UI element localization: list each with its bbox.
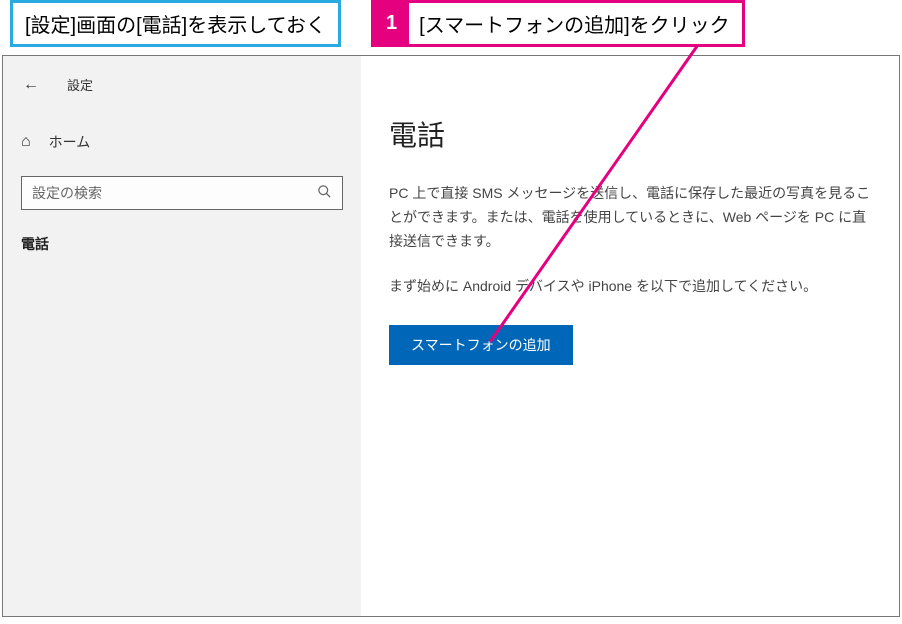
page-title: 電話 — [389, 114, 871, 154]
annotation-step-text: [スマートフォンの追加]をクリック — [419, 9, 730, 38]
back-button[interactable]: ← — [23, 76, 39, 94]
sidebar-item-phone[interactable]: 電話 — [3, 220, 361, 268]
home-icon: ⌂ — [21, 133, 31, 151]
sidebar: ← 設定 ⌂ ホーム 電話 — [3, 56, 361, 616]
home-label: ホーム — [49, 132, 91, 152]
annotation-step-number: 1 — [374, 3, 409, 44]
settings-window: ← 設定 ⌂ ホーム 電話 電話 PC 上で直接 SMS メッセージを送信し、電… — [2, 55, 900, 617]
annotation-prerequisite-text: [設定]画面の[電話]を表示しておく — [25, 9, 326, 38]
add-smartphone-button[interactable]: スマートフォンの追加 — [389, 325, 573, 365]
search-input[interactable] — [32, 185, 317, 201]
window-header: ← 設定 — [3, 71, 361, 114]
home-link[interactable]: ⌂ ホーム — [3, 114, 361, 170]
sidebar-item-phone-label: 電話 — [21, 236, 49, 252]
annotation-step-1: 1 [スマートフォンの追加]をクリック — [371, 0, 745, 47]
page-instruction: まず始めに Android デバイスや iPhone を以下で追加してください。 — [389, 275, 871, 299]
window-title: 設定 — [67, 75, 93, 94]
search-box[interactable] — [21, 176, 343, 210]
main-content: 電話 PC 上で直接 SMS メッセージを送信し、電話に保存した最近の写真を見る… — [361, 56, 899, 616]
page-description: PC 上で直接 SMS メッセージを送信し、電話に保存した最近の写真を見ることが… — [389, 182, 871, 253]
search-icon — [317, 184, 332, 203]
annotation-prerequisite: [設定]画面の[電話]を表示しておく — [10, 0, 341, 47]
